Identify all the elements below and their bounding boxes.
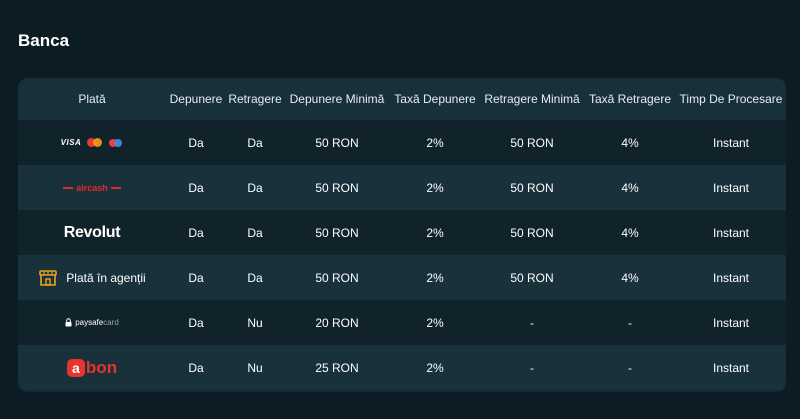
header-withdrawal-fee: Taxă Retragere bbox=[584, 78, 676, 120]
aircash-logo: aircash bbox=[63, 183, 121, 193]
deposit-fee-cell: 2% bbox=[426, 180, 444, 195]
maestro-icon bbox=[109, 138, 123, 147]
payment-method-cell: VISA bbox=[18, 120, 166, 165]
agency-payment-label: Plată în agenții bbox=[66, 270, 146, 285]
deposit-cell: Da bbox=[188, 225, 204, 240]
withdrawal-cell: Nu bbox=[247, 315, 263, 330]
payment-method-cell: Revolut bbox=[18, 210, 166, 255]
withdrawal-fee-cell: - bbox=[628, 315, 632, 330]
min-withdrawal-cell: 50 RON bbox=[510, 180, 554, 195]
processing-time-cell: Instant bbox=[712, 360, 750, 375]
deposit-cell: Da bbox=[188, 180, 204, 195]
paysafecard-logo: paysafecard bbox=[65, 318, 119, 327]
withdrawal-fee-cell: 4% bbox=[621, 180, 639, 195]
withdrawal-fee-cell: - bbox=[628, 360, 632, 375]
processing-time-cell: Instant bbox=[712, 225, 750, 240]
deposit-cell: Da bbox=[188, 360, 204, 375]
deposit-fee-cell: 2% bbox=[426, 360, 444, 375]
min-deposit-cell: 50 RON bbox=[315, 270, 359, 285]
mastercard-icon bbox=[87, 138, 103, 147]
paysafe-label: paysafe bbox=[75, 318, 104, 327]
min-withdrawal-cell: 50 RON bbox=[510, 225, 554, 240]
withdrawal-cell: Nu bbox=[247, 360, 263, 375]
min-deposit-cell: 50 RON bbox=[315, 225, 359, 240]
header-processing-time: Timp De Procesare bbox=[676, 78, 786, 120]
payment-method-cell: paysafecard bbox=[18, 300, 166, 345]
abon-logo: a bon bbox=[66, 357, 118, 378]
paysafe-card-suffix: card bbox=[103, 318, 119, 327]
section-title: Banca bbox=[18, 31, 70, 50]
min-withdrawal-cell: 50 RON bbox=[510, 270, 554, 285]
payment-methods-table: Plată Depunere Retragere Depunere Minimă… bbox=[18, 78, 786, 392]
revolut-logo: Revolut bbox=[63, 223, 121, 241]
aircash-label: aircash bbox=[76, 182, 108, 193]
table-row: a bon Da Nu 25 RON 2% - - Instant bbox=[18, 345, 786, 390]
withdrawal-cell: Da bbox=[247, 135, 263, 150]
payment-method-cell: Plată în agenții bbox=[18, 255, 166, 300]
min-deposit-cell: 20 RON bbox=[315, 315, 359, 330]
processing-time-cell: Instant bbox=[712, 135, 750, 150]
table-header-row: Plată Depunere Retragere Depunere Minimă… bbox=[18, 78, 786, 120]
header-deposit-fee: Taxă Depunere bbox=[390, 78, 480, 120]
deposit-fee-cell: 2% bbox=[426, 135, 444, 150]
processing-time-cell: Instant bbox=[712, 270, 750, 285]
deposit-cell: Da bbox=[188, 315, 204, 330]
payment-method-cell: aircash bbox=[18, 165, 166, 210]
table-row: Plată în agenții Da Da 50 RON 2% 50 RON … bbox=[18, 255, 786, 300]
visa-mastercard-maestro-logo: VISA bbox=[61, 138, 124, 147]
processing-time-cell: Instant bbox=[712, 315, 750, 330]
withdrawal-fee-cell: 4% bbox=[621, 135, 639, 150]
header-min-withdrawal: Retragere Minimă bbox=[480, 78, 584, 120]
header-payment: Plată bbox=[18, 78, 166, 120]
abon-a-mark: a bbox=[66, 358, 85, 377]
min-deposit-cell: 25 RON bbox=[315, 360, 359, 375]
table-row: VISA Da Da 50 RON 2% 50 RON 4% Instant bbox=[18, 120, 786, 165]
deposit-fee-cell: 2% bbox=[426, 315, 444, 330]
header-min-deposit: Depunere Minimă bbox=[284, 78, 390, 120]
withdrawal-cell: Da bbox=[247, 270, 263, 285]
deposit-fee-cell: 2% bbox=[426, 270, 444, 285]
withdrawal-fee-cell: 4% bbox=[621, 225, 639, 240]
table-row: paysafecard Da Nu 20 RON 2% - - Instant bbox=[18, 300, 786, 345]
deposit-cell: Da bbox=[188, 135, 204, 150]
visa-label: VISA bbox=[60, 138, 82, 147]
store-icon bbox=[39, 269, 58, 286]
payment-method-cell: a bon bbox=[18, 345, 166, 390]
min-deposit-cell: 50 RON bbox=[315, 135, 359, 150]
withdrawal-cell: Da bbox=[247, 180, 263, 195]
withdrawal-cell: Da bbox=[247, 225, 263, 240]
abon-label: bon bbox=[85, 357, 118, 377]
table-row: Revolut Da Da 50 RON 2% 50 RON 4% Instan… bbox=[18, 210, 786, 255]
deposit-fee-cell: 2% bbox=[426, 225, 444, 240]
min-withdrawal-cell: - bbox=[530, 315, 534, 330]
deposit-cell: Da bbox=[188, 270, 204, 285]
withdrawal-fee-cell: 4% bbox=[621, 270, 639, 285]
header-deposit: Depunere bbox=[166, 78, 226, 120]
lock-icon bbox=[65, 318, 72, 327]
table-row: aircash Da Da 50 RON 2% 50 RON 4% Instan… bbox=[18, 165, 786, 210]
min-deposit-cell: 50 RON bbox=[315, 180, 359, 195]
min-withdrawal-cell: 50 RON bbox=[510, 135, 554, 150]
processing-time-cell: Instant bbox=[712, 180, 750, 195]
min-withdrawal-cell: - bbox=[530, 360, 534, 375]
header-withdrawal: Retragere bbox=[226, 78, 284, 120]
